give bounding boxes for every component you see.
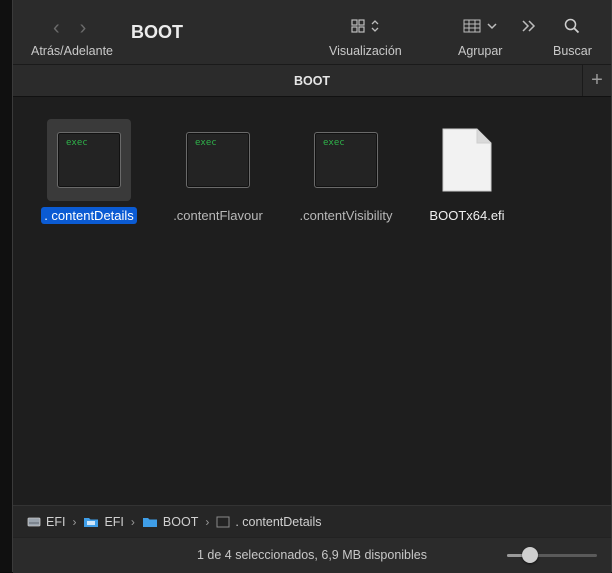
file-name: .contentFlavour bbox=[173, 208, 263, 223]
file-name: .contentVisibility bbox=[299, 208, 393, 223]
path-label: EFI bbox=[46, 514, 66, 529]
icon-size-slider[interactable] bbox=[507, 547, 597, 563]
tab-title[interactable]: BOOT bbox=[13, 64, 611, 97]
file-thumb: exec bbox=[176, 119, 260, 201]
file-name: . contentDetails bbox=[41, 207, 137, 224]
folder-icon bbox=[84, 517, 99, 527]
path-item[interactable]: EFI bbox=[83, 514, 124, 529]
icon-view-grid-icon bbox=[351, 19, 365, 33]
search-label: Buscar bbox=[553, 44, 592, 58]
view-button[interactable]: Visualización bbox=[329, 16, 402, 58]
search-icon bbox=[565, 18, 580, 34]
path-item[interactable]: BOOT bbox=[142, 515, 198, 529]
back-chevron-icon[interactable]: ‹ bbox=[53, 18, 60, 38]
file-thumb: exec bbox=[304, 119, 388, 201]
file-item[interactable]: exec .contentVisibility bbox=[286, 119, 406, 225]
slider-knob[interactable] bbox=[521, 547, 538, 563]
file-item[interactable]: exec .contentFlavour bbox=[158, 119, 278, 225]
finder-window: ‹ › Atrás/Adelante BOOT Visualización Ag… bbox=[12, 0, 612, 573]
disk-icon bbox=[27, 517, 41, 526]
view-label: Visualización bbox=[329, 44, 402, 58]
chevron-down-icon bbox=[487, 23, 497, 30]
toolbar: ‹ › Atrás/Adelante BOOT Visualización Ag… bbox=[13, 0, 611, 97]
path-item[interactable]: . contentDetails bbox=[216, 514, 322, 529]
exec-badge: exec bbox=[66, 138, 88, 148]
terminal-file-icon bbox=[216, 516, 230, 527]
path-label: BOOT bbox=[162, 514, 199, 529]
status-bar: 1 de 4 seleccionados, 6,9 MB disponibles bbox=[13, 537, 611, 573]
nav-label: Atrás/Adelante bbox=[31, 44, 113, 58]
more-button[interactable] bbox=[521, 16, 537, 36]
search-button[interactable]: Buscar bbox=[553, 16, 592, 58]
path-item[interactable]: EFI bbox=[27, 515, 65, 529]
updown-chevron-icon bbox=[371, 20, 379, 32]
plus-icon: + bbox=[591, 69, 603, 91]
terminal-exec-icon: exec bbox=[57, 132, 121, 188]
file-name: BOOTx64.efi bbox=[429, 208, 505, 223]
path-label: EFI bbox=[104, 514, 124, 529]
nav-arrows: ‹ › bbox=[53, 18, 86, 38]
double-chevron-right-icon bbox=[522, 20, 536, 32]
forward-chevron-icon[interactable]: › bbox=[80, 18, 87, 38]
file-area[interactable]: exec . contentDetails exec .contentFlavo… bbox=[13, 97, 611, 505]
file-thumb: exec bbox=[47, 119, 131, 201]
window-title: BOOT bbox=[131, 22, 183, 42]
group-button[interactable]: Agrupar bbox=[458, 16, 502, 58]
desktop-edge bbox=[0, 0, 12, 572]
terminal-exec-icon: exec bbox=[186, 132, 250, 188]
file-thumb bbox=[425, 119, 509, 201]
exec-badge: exec bbox=[195, 138, 217, 148]
terminal-exec-icon: exec bbox=[314, 132, 378, 188]
file-item[interactable]: exec . contentDetails bbox=[29, 119, 149, 225]
path-label: . contentDetails bbox=[235, 514, 322, 529]
folder-icon bbox=[142, 517, 157, 527]
path-separator-icon: › bbox=[72, 514, 77, 529]
path-separator-icon: › bbox=[130, 514, 135, 529]
document-icon bbox=[442, 128, 492, 192]
exec-badge: exec bbox=[323, 138, 345, 148]
group-grid-icon bbox=[463, 19, 481, 33]
group-label: Agrupar bbox=[458, 44, 503, 58]
path-bar: EFI › EFI › BOOT › . contentDetails bbox=[13, 505, 611, 537]
file-item[interactable]: BOOTx64.efi bbox=[407, 119, 527, 225]
path-separator-icon: › bbox=[205, 514, 210, 529]
new-tab-button[interactable]: + bbox=[582, 64, 611, 96]
